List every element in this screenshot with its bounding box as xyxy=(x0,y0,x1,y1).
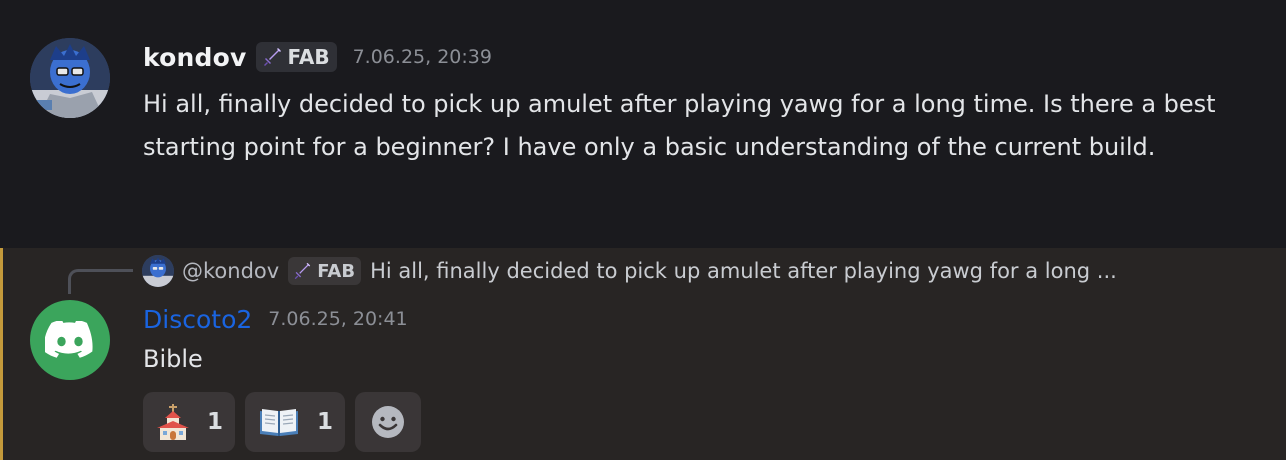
avatar-image xyxy=(30,38,110,118)
reply-guild-tag[interactable]: FAB xyxy=(288,257,362,285)
mention-highlight-bar xyxy=(0,248,3,460)
reactions-bar: 1 1 xyxy=(143,392,422,452)
reaction-count: 1 xyxy=(207,409,224,435)
add-reaction-button[interactable] xyxy=(355,392,422,452)
message-content: Bible xyxy=(143,345,203,373)
author-name[interactable]: kondov xyxy=(143,43,247,72)
reply-avatar[interactable] xyxy=(142,255,174,287)
user-avatar[interactable] xyxy=(30,38,110,118)
open-book-emoji-icon xyxy=(260,409,299,436)
reply-author[interactable]: @kondov xyxy=(182,259,279,283)
reply-connector xyxy=(68,269,133,294)
reply-preview[interactable]: @kondov FAB Hi all, finally decided to p… xyxy=(142,255,1117,287)
guild-tag[interactable]: FAB xyxy=(255,42,337,72)
reaction-church[interactable]: 1 xyxy=(143,392,236,452)
author-name[interactable]: Discoto2 xyxy=(143,305,252,334)
message-kondov: kondov FAB 7.06.25, 20:39 Hi all, finall… xyxy=(0,0,1286,248)
guild-tag-label: FAB xyxy=(287,45,330,69)
discord-logo-icon xyxy=(45,321,93,358)
smiley-icon xyxy=(372,406,405,438)
message-content: Hi all, finally decided to pick up amule… xyxy=(143,90,1216,161)
sword-icon xyxy=(294,262,311,280)
reaction-open-book[interactable]: 1 xyxy=(245,392,346,452)
message-timestamp[interactable]: 7.06.25, 20:41 xyxy=(268,308,407,330)
reaction-count: 1 xyxy=(317,409,334,435)
reply-preview-text[interactable]: Hi all, finally decided to pick up amule… xyxy=(370,259,1117,283)
message-discoto2: @kondov FAB Hi all, finally decided to p… xyxy=(0,248,1286,460)
reply-guild-tag-label: FAB xyxy=(317,260,356,282)
sword-icon xyxy=(263,48,281,66)
church-emoji-icon xyxy=(157,404,189,440)
reply-avatar-image xyxy=(142,255,174,287)
user-avatar[interactable] xyxy=(30,300,110,380)
message-timestamp[interactable]: 7.06.25, 20:39 xyxy=(353,46,492,68)
